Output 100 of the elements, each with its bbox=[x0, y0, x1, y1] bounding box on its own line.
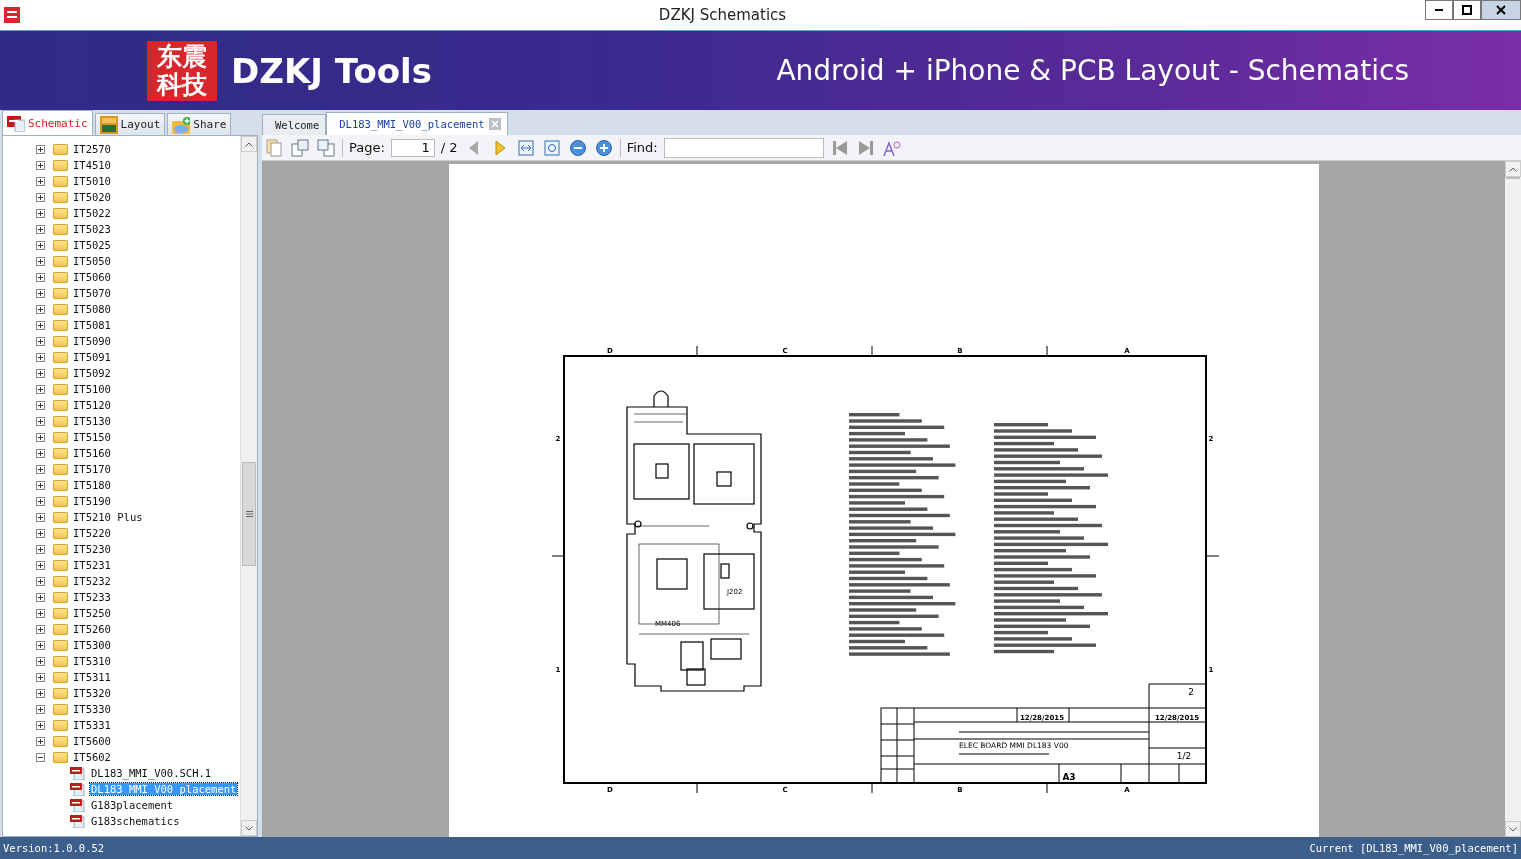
page-number-field[interactable]: 1 bbox=[390, 138, 435, 157]
expand-toggle[interactable] bbox=[36, 144, 45, 154]
expand-toggle[interactable] bbox=[36, 272, 45, 282]
expand-toggle[interactable] bbox=[36, 656, 45, 666]
rotate-right-icon[interactable] bbox=[290, 137, 310, 158]
scroll-thumb[interactable] bbox=[242, 462, 256, 566]
tree-item[interactable]: IT5300 bbox=[72, 639, 112, 651]
expand-toggle[interactable] bbox=[36, 256, 45, 266]
rotate-left-icon[interactable] bbox=[316, 137, 336, 158]
expand-toggle[interactable] bbox=[36, 208, 45, 218]
expand-toggle[interactable] bbox=[36, 640, 45, 650]
tree-item[interactable]: IT5023 bbox=[72, 223, 112, 235]
tree-item[interactable]: IT5230 bbox=[72, 543, 112, 555]
expand-toggle[interactable] bbox=[36, 176, 45, 186]
expand-toggle[interactable] bbox=[36, 720, 45, 730]
tree-item[interactable]: G183placement bbox=[90, 799, 175, 811]
expand-toggle[interactable] bbox=[36, 400, 45, 410]
tree-item[interactable]: IT5025 bbox=[72, 239, 112, 251]
tree-item[interactable]: IT5231 bbox=[72, 559, 112, 571]
expand-toggle[interactable] bbox=[36, 608, 45, 618]
tree-item[interactable]: IT5260 bbox=[72, 623, 112, 635]
close-button[interactable] bbox=[1481, 0, 1521, 20]
expand-toggle[interactable] bbox=[36, 384, 45, 394]
scroll-up-button[interactable] bbox=[1505, 161, 1521, 177]
tree-item[interactable]: IT5310 bbox=[72, 655, 112, 667]
expand-toggle[interactable] bbox=[36, 448, 45, 458]
minimize-button[interactable] bbox=[1425, 0, 1453, 20]
expand-toggle[interactable] bbox=[36, 624, 45, 634]
scroll-down-button[interactable] bbox=[1505, 821, 1521, 837]
expand-toggle[interactable] bbox=[36, 288, 45, 298]
expand-toggle[interactable] bbox=[36, 304, 45, 314]
tree-item[interactable]: IT2570 bbox=[72, 143, 112, 155]
find-field[interactable] bbox=[663, 137, 824, 158]
expand-toggle[interactable] bbox=[36, 224, 45, 234]
expand-toggle[interactable] bbox=[36, 464, 45, 474]
fit-page-icon[interactable] bbox=[541, 137, 562, 158]
tree-item[interactable]: IT5020 bbox=[72, 191, 112, 203]
tab[interactable]: DL183_MMI_V00_placement bbox=[326, 112, 508, 135]
tab[interactable]: Schematic bbox=[2, 110, 93, 135]
tree-item[interactable]: IT5180 bbox=[72, 479, 112, 491]
tree-item[interactable]: IT5070 bbox=[72, 287, 112, 299]
tree-item[interactable]: IT5050 bbox=[72, 255, 112, 267]
scroll-thumb[interactable] bbox=[1506, 177, 1520, 179]
expand-toggle[interactable] bbox=[36, 672, 45, 682]
tree-item[interactable]: IT5602 bbox=[72, 751, 112, 763]
tree-item[interactable]: IT5160 bbox=[72, 447, 112, 459]
expand-toggle[interactable] bbox=[36, 480, 45, 490]
expand-toggle[interactable] bbox=[36, 512, 45, 522]
expand-toggle[interactable] bbox=[36, 560, 45, 570]
tree-item[interactable]: IT5091 bbox=[72, 351, 112, 363]
tree-item[interactable]: IT5080 bbox=[72, 303, 112, 315]
tree-item[interactable]: IT5210 Plus bbox=[72, 511, 144, 523]
expand-toggle[interactable] bbox=[36, 352, 45, 362]
tree-item[interactable]: IT5220 bbox=[72, 527, 112, 539]
tree-item[interactable]: IT5060 bbox=[72, 271, 112, 283]
tree-item[interactable]: IT5150 bbox=[72, 431, 112, 443]
expand-toggle[interactable] bbox=[36, 544, 45, 554]
tree-item[interactable]: IT5100 bbox=[72, 383, 112, 395]
zoom-in-icon[interactable] bbox=[593, 137, 614, 158]
tree-item[interactable]: IT5190 bbox=[72, 495, 112, 507]
tree-item[interactable]: IT5010 bbox=[72, 175, 112, 187]
tab[interactable]: Layout bbox=[94, 113, 166, 135]
tree-item[interactable]: IT5022 bbox=[72, 207, 112, 219]
expand-toggle[interactable] bbox=[36, 528, 45, 538]
expand-toggle[interactable] bbox=[36, 496, 45, 506]
expand-toggle[interactable] bbox=[36, 320, 45, 330]
tree-item[interactable]: IT5233 bbox=[72, 591, 112, 603]
expand-toggle[interactable] bbox=[36, 416, 45, 426]
tree-item[interactable]: IT5081 bbox=[72, 319, 112, 331]
expand-toggle[interactable] bbox=[36, 160, 45, 170]
zoom-out-icon[interactable] bbox=[567, 137, 588, 158]
expand-toggle[interactable] bbox=[36, 240, 45, 250]
fit-width-icon[interactable] bbox=[515, 137, 536, 158]
expand-toggle[interactable] bbox=[36, 432, 45, 442]
tab[interactable]: Share bbox=[167, 113, 232, 135]
scroll-down-button[interactable] bbox=[241, 820, 257, 836]
tree-item[interactable]: IT5250 bbox=[72, 607, 112, 619]
scroll-up-button[interactable] bbox=[241, 136, 257, 152]
tree-item[interactable]: IT5130 bbox=[72, 415, 112, 427]
tab[interactable]: Welcome bbox=[262, 114, 327, 135]
expand-toggle[interactable] bbox=[36, 592, 45, 602]
expand-toggle[interactable] bbox=[36, 192, 45, 202]
tree-item[interactable]: G183schematics bbox=[90, 815, 181, 827]
tree-item[interactable]: IT5170 bbox=[72, 463, 112, 475]
expand-toggle[interactable] bbox=[36, 368, 45, 378]
expand-toggle[interactable] bbox=[36, 336, 45, 346]
expand-toggle[interactable] bbox=[36, 752, 45, 762]
tree-item[interactable]: IT5090 bbox=[72, 335, 112, 347]
tree-item[interactable]: IT5600 bbox=[72, 735, 112, 747]
expand-toggle[interactable] bbox=[36, 576, 45, 586]
tree-item[interactable]: IT5092 bbox=[72, 367, 112, 379]
expand-toggle[interactable] bbox=[36, 688, 45, 698]
tree-item[interactable]: IT5311 bbox=[72, 671, 112, 683]
maximize-button[interactable] bbox=[1453, 0, 1481, 20]
tree-item[interactable]: DL183_MMI_V00.SCH.1 bbox=[90, 767, 213, 779]
expand-toggle[interactable] bbox=[36, 736, 45, 746]
tree-item[interactable]: IT5120 bbox=[72, 399, 112, 411]
tree-item[interactable]: IT5331 bbox=[72, 719, 112, 731]
tree-item[interactable]: IT5330 bbox=[72, 703, 112, 715]
tree-item[interactable]: IT5232 bbox=[72, 575, 112, 587]
